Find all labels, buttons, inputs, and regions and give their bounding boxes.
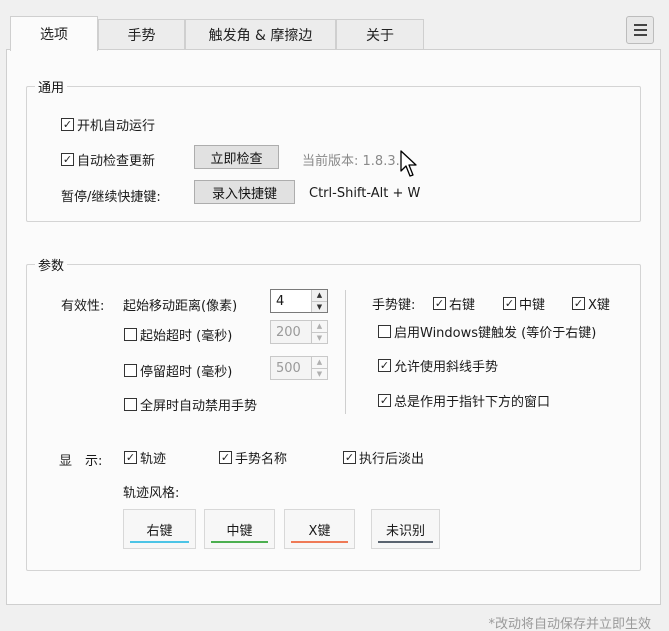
- trail-color-swatch: [130, 541, 189, 543]
- autostart-checkbox[interactable]: ✓ 开机自动运行: [61, 115, 155, 134]
- mouse-cursor-icon: [400, 150, 417, 177]
- start-timeout-checkbox[interactable]: 起始超时 (毫秒): [124, 325, 232, 344]
- tab-options-label: 选项: [40, 27, 68, 43]
- footer-note: *改动将自动保存并立即生效: [488, 617, 651, 631]
- trail-style-right-button[interactable]: 右键: [123, 509, 196, 549]
- trail-style-unrecognized-button[interactable]: 未识别: [371, 509, 440, 549]
- checkmark-icon: ✓: [503, 297, 516, 310]
- record-hotkey-label: 录入快捷键: [211, 186, 277, 202]
- record-hotkey-button[interactable]: 录入快捷键: [194, 180, 295, 204]
- params-group-title: 参数: [35, 255, 68, 274]
- tab-options[interactable]: 选项: [10, 16, 98, 51]
- min-distance-value[interactable]: 4: [271, 294, 311, 309]
- tab-corners-edges[interactable]: 触发角 & 摩擦边: [185, 19, 336, 50]
- spin-up-icon[interactable]: ▲: [312, 290, 327, 301]
- checkmark-icon: ✓: [343, 451, 356, 464]
- trail-color-swatch: [291, 541, 348, 543]
- checkmark-icon: ✓: [378, 359, 391, 372]
- spin-arrows[interactable]: ▲ ▼: [311, 321, 327, 343]
- tab-gestures[interactable]: 手势: [98, 19, 185, 50]
- autostart-label: 开机自动运行: [77, 119, 156, 134]
- autoupdate-label: 自动检查更新: [77, 154, 156, 169]
- check-now-button[interactable]: 立即检查: [194, 145, 279, 169]
- diagonal-label: 允许使用斜线手势: [394, 360, 499, 375]
- trail-style-x-button[interactable]: X键: [284, 509, 355, 549]
- windows-key-checkbox[interactable]: 启用Windows键触发 (等价于右键): [378, 322, 596, 341]
- start-timeout-label: 起始超时 (毫秒): [140, 329, 233, 344]
- stay-timeout-spinbox[interactable]: 500 ▲ ▼: [270, 356, 328, 380]
- validity-label: 有效性:: [61, 299, 105, 314]
- autoupdate-checkbox[interactable]: ✓ 自动检查更新: [61, 150, 155, 169]
- under-pointer-checkbox[interactable]: ✓ 总是作用于指针下方的窗口: [378, 391, 550, 410]
- checkmark-icon: ✓: [219, 451, 232, 464]
- spin-down-icon[interactable]: ▼: [312, 367, 327, 379]
- tab-gestures-label: 手势: [127, 28, 156, 44]
- hotkey-label: 暂停/继续快捷键:: [61, 190, 161, 205]
- gesture-name-checkbox[interactable]: ✓ 手势名称: [219, 448, 287, 467]
- trail-color-swatch: [378, 541, 433, 543]
- trail-style-unrecognized-label: 未识别: [385, 523, 425, 539]
- trail-style-middle-button[interactable]: 中键: [204, 509, 275, 549]
- checkmark-icon: ✓: [572, 297, 585, 310]
- version-label: 当前版本:: [302, 154, 359, 169]
- spin-arrows[interactable]: ▲ ▼: [311, 290, 327, 312]
- spin-down-icon[interactable]: ▼: [312, 331, 327, 343]
- x-key-label: X键: [588, 298, 610, 313]
- min-distance-label: 起始移动距离(像素): [123, 299, 238, 314]
- checkmark-icon: ✓: [61, 153, 74, 166]
- trail-style-middle-label: 中键: [226, 523, 253, 539]
- version-info: 当前版本: 1.8.3.0: [302, 150, 408, 169]
- right-key-checkbox[interactable]: ✓ 右键: [433, 294, 475, 313]
- fullscreen-disable-checkbox[interactable]: 全屏时自动禁用手势: [124, 395, 257, 414]
- tab-about[interactable]: 关于: [336, 19, 424, 50]
- windows-key-label: 启用Windows键触发 (等价于右键): [394, 326, 597, 341]
- checkmark-icon: ✓: [433, 297, 446, 310]
- checkbox-empty-icon: [124, 398, 137, 411]
- spin-up-icon[interactable]: ▲: [312, 321, 327, 332]
- trail-label: 轨迹: [140, 452, 167, 467]
- start-timeout-spinbox[interactable]: 200 ▲ ▼: [270, 320, 328, 344]
- display-label: 显 示:: [59, 454, 103, 469]
- middle-key-label: 中键: [519, 298, 546, 313]
- trail-style-label: 轨迹风格:: [123, 486, 180, 501]
- general-group-title: 通用: [35, 77, 68, 96]
- spin-down-icon[interactable]: ▼: [312, 300, 327, 312]
- hamburger-menu-icon: [633, 24, 647, 26]
- checkmark-icon: ✓: [378, 394, 391, 407]
- checkbox-empty-icon: [378, 325, 391, 338]
- trail-style-right-label: 右键: [146, 523, 173, 539]
- trail-checkbox[interactable]: ✓ 轨迹: [124, 448, 166, 467]
- trail-style-x-label: X键: [308, 523, 331, 539]
- x-key-checkbox[interactable]: ✓ X键: [572, 294, 610, 313]
- fullscreen-disable-label: 全屏时自动禁用手势: [140, 399, 258, 414]
- spin-up-icon[interactable]: ▲: [312, 357, 327, 368]
- tab-bar: 选项 手势 触发角 & 摩擦边 关于: [10, 16, 610, 51]
- tab-corners-edges-label: 触发角 & 摩擦边: [208, 28, 313, 44]
- right-key-label: 右键: [449, 298, 476, 313]
- spin-arrows[interactable]: ▲ ▼: [311, 357, 327, 379]
- menu-button[interactable]: [626, 16, 654, 44]
- vertical-divider: [345, 290, 346, 414]
- checkbox-empty-icon: [124, 364, 137, 377]
- check-now-label: 立即检查: [210, 151, 263, 167]
- stay-timeout-checkbox[interactable]: 停留超时 (毫秒): [124, 361, 232, 380]
- diagonal-checkbox[interactable]: ✓ 允许使用斜线手势: [378, 356, 498, 375]
- checkmark-icon: ✓: [61, 118, 74, 131]
- fade-checkbox[interactable]: ✓ 执行后淡出: [343, 448, 424, 467]
- stay-timeout-label: 停留超时 (毫秒): [140, 365, 233, 380]
- under-pointer-label: 总是作用于指针下方的窗口: [394, 395, 551, 410]
- checkmark-icon: ✓: [124, 451, 137, 464]
- checkbox-empty-icon: [124, 328, 137, 341]
- fade-label: 执行后淡出: [359, 452, 425, 467]
- stay-timeout-value[interactable]: 500: [271, 361, 311, 376]
- start-timeout-value[interactable]: 200: [271, 325, 311, 340]
- trail-color-swatch: [211, 541, 268, 543]
- gesture-key-label: 手势键:: [372, 298, 416, 313]
- hotkey-value: Ctrl-Shift-Alt + W: [309, 186, 421, 201]
- gesture-name-label: 手势名称: [235, 452, 288, 467]
- min-distance-spinbox[interactable]: 4 ▲ ▼: [270, 289, 328, 313]
- tab-about-label: 关于: [366, 28, 394, 44]
- middle-key-checkbox[interactable]: ✓ 中键: [503, 294, 545, 313]
